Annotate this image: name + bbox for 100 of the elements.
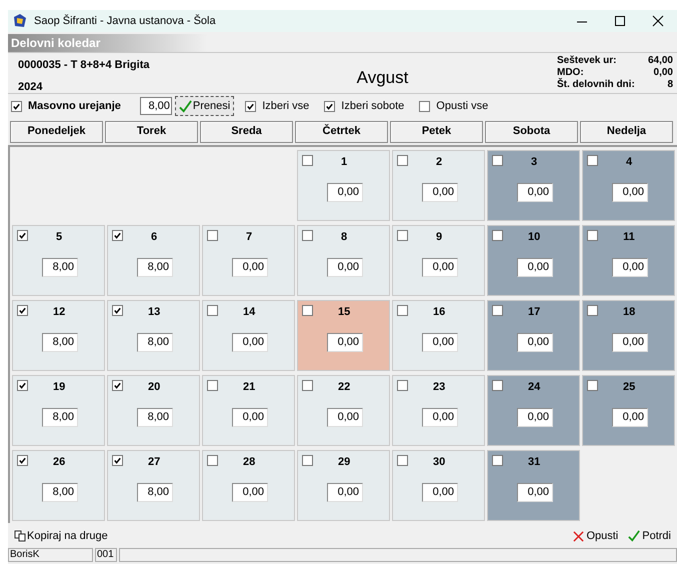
checkbox[interactable]	[492, 230, 503, 241]
hours-field[interactable]: 0,00	[517, 258, 553, 277]
checkbox[interactable]	[492, 305, 503, 316]
checkbox[interactable]	[17, 305, 28, 316]
checkbox[interactable]	[112, 230, 123, 241]
day-cell[interactable]: 28 0,00	[202, 450, 295, 521]
hours-field[interactable]: 8,00	[137, 483, 173, 502]
hours-field[interactable]: 0,00	[327, 258, 363, 277]
hours-field[interactable]: 0,00	[422, 333, 458, 352]
checkbox[interactable]	[112, 455, 123, 466]
day-cell[interactable]: 4 0,00	[582, 150, 675, 221]
checkbox[interactable]	[587, 380, 598, 391]
checkbox[interactable]	[17, 230, 28, 241]
hours-field[interactable]: 0,00	[612, 258, 648, 277]
checkbox[interactable]	[324, 100, 336, 112]
hours-field[interactable]: 0,00	[517, 333, 553, 352]
hours-field[interactable]: 8,00	[137, 333, 173, 352]
day-cell[interactable]: 22 0,00	[297, 375, 390, 446]
hours-field[interactable]: 0,00	[612, 183, 648, 202]
checkbox[interactable]	[587, 155, 598, 166]
day-cell[interactable]: 5 8,00	[12, 225, 105, 296]
checkbox[interactable]	[397, 380, 408, 391]
hours-field[interactable]: 0,00	[422, 483, 458, 502]
checkbox[interactable]	[245, 100, 256, 112]
checkbox[interactable]	[397, 455, 408, 466]
hours-field[interactable]: 0,00	[327, 483, 363, 502]
close-icon[interactable]	[651, 14, 665, 28]
day-cell[interactable]: 19 8,00	[12, 375, 105, 446]
checkbox[interactable]	[112, 380, 123, 391]
checkbox[interactable]	[492, 155, 503, 166]
checkbox[interactable]	[207, 305, 218, 316]
day-cell[interactable]: 14 0,00	[202, 300, 295, 371]
checkbox[interactable]	[17, 455, 28, 466]
hours-field[interactable]: 0,00	[517, 408, 553, 427]
hours-field[interactable]: 0,00	[232, 333, 268, 352]
checkbox[interactable]	[587, 305, 598, 316]
hours-field[interactable]: 0,00	[612, 408, 648, 427]
day-cell[interactable]: 29 0,00	[297, 450, 390, 521]
hours-field[interactable]: 8,00	[42, 258, 78, 277]
day-cell[interactable]: 18 0,00	[582, 300, 675, 371]
hours-field[interactable]: 8,00	[137, 408, 173, 427]
checkbox[interactable]	[492, 455, 503, 466]
checkbox[interactable]	[302, 155, 313, 166]
checkbox[interactable]	[397, 155, 408, 166]
day-cell[interactable]: 30 0,00	[392, 450, 485, 521]
hours-field[interactable]: 8,00	[42, 408, 78, 427]
hours-field[interactable]: 0,00	[232, 408, 268, 427]
checkbox[interactable]	[17, 380, 28, 391]
checkbox[interactable]	[302, 380, 313, 391]
hours-field[interactable]: 0,00	[232, 258, 268, 277]
hours-field[interactable]: 8,00	[42, 483, 78, 502]
confirm-button[interactable]: Potrdi	[628, 528, 671, 544]
day-cell[interactable]: 3 0,00	[487, 150, 580, 221]
day-cell[interactable]: 11 0,00	[582, 225, 675, 296]
hours-field[interactable]: 0,00	[327, 183, 363, 202]
hours-field[interactable]: 0,00	[327, 408, 363, 427]
hours-field[interactable]: 0,00	[517, 483, 553, 502]
hours-field[interactable]: 0,00	[327, 333, 363, 352]
checkbox[interactable]	[587, 230, 598, 241]
copy-button[interactable]: Kopiraj na druge	[14, 528, 108, 544]
hours-field[interactable]: 0,00	[422, 408, 458, 427]
maximize-icon[interactable]	[613, 14, 627, 28]
day-cell[interactable]: 1 0,00	[297, 150, 390, 221]
hours-field[interactable]: 0,00	[232, 483, 268, 502]
day-cell[interactable]: 24 0,00	[487, 375, 580, 446]
day-cell[interactable]: 7 0,00	[202, 225, 295, 296]
day-cell[interactable]: 6 8,00	[107, 225, 200, 296]
checkbox[interactable]	[207, 455, 218, 466]
checkbox[interactable]	[492, 380, 503, 391]
day-cell[interactable]: 2 0,00	[392, 150, 485, 221]
hours-field[interactable]: 8,00	[137, 258, 173, 277]
day-cell[interactable]: 26 8,00	[12, 450, 105, 521]
day-cell[interactable]: 13 8,00	[107, 300, 200, 371]
day-cell[interactable]: 10 0,00	[487, 225, 580, 296]
day-cell[interactable]: 23 0,00	[392, 375, 485, 446]
cancel-button[interactable]: Opusti	[573, 528, 618, 544]
day-cell[interactable]: 21 0,00	[202, 375, 295, 446]
day-cell[interactable]: 27 8,00	[107, 450, 200, 521]
day-cell[interactable]: 20 8,00	[107, 375, 200, 446]
apply-button[interactable]: Prenesi	[174, 96, 234, 116]
checkbox[interactable]	[302, 305, 313, 316]
checkbox[interactable]	[112, 305, 123, 316]
checkbox[interactable]	[302, 230, 313, 241]
hours-field[interactable]: 0,00	[612, 333, 648, 352]
checkbox[interactable]	[302, 455, 313, 466]
checkbox[interactable]	[207, 380, 218, 391]
day-cell[interactable]: 17 0,00	[487, 300, 580, 371]
hours-field[interactable]: 0,00	[422, 183, 458, 202]
checkbox[interactable]	[11, 100, 22, 112]
day-cell[interactable]: 16 0,00	[392, 300, 485, 371]
day-cell[interactable]: 31 0,00	[487, 450, 580, 521]
checkbox[interactable]	[419, 100, 430, 112]
checkbox[interactable]	[207, 230, 218, 241]
day-cell[interactable]: 25 0,00	[582, 375, 675, 446]
day-cell[interactable]: 8 0,00	[297, 225, 390, 296]
checkbox[interactable]	[397, 305, 408, 316]
checkbox[interactable]	[397, 230, 408, 241]
hours-field[interactable]: 8,00	[140, 97, 172, 115]
day-cell[interactable]: 12 8,00	[12, 300, 105, 371]
day-cell[interactable]: 9 0,00	[392, 225, 485, 296]
